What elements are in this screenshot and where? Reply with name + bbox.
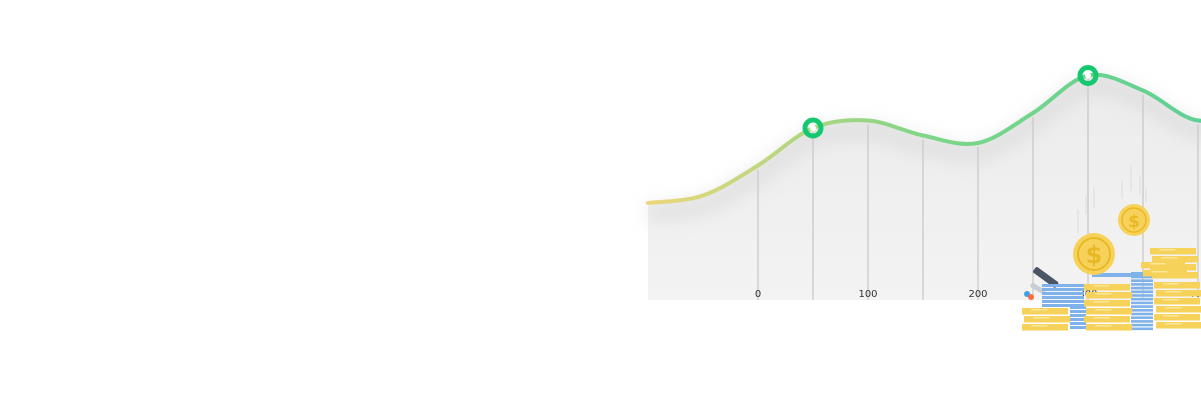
coin-disc [1022,308,1068,315]
coin-shine [1161,257,1178,259]
bill-slab [1131,305,1153,308]
coin-disc [1024,316,1070,323]
data-point-marker-center [810,125,816,131]
coin-disc [1154,282,1200,289]
x-tick-label: 200 [968,289,987,300]
bill-slab [1131,320,1153,323]
data-point-marker-center [1085,72,1091,79]
coin-shine [1163,299,1180,301]
dollar-coin-icon-small: $ [1118,204,1150,236]
coin-shine [1031,309,1048,311]
bill-slab [1070,306,1086,309]
coin-disc [1154,298,1200,305]
coin-disc [1086,308,1132,315]
bill-slab [1070,314,1086,317]
coin-shine [1165,323,1182,325]
bill-slab [1131,327,1153,331]
coin-shine [1163,283,1180,285]
coin-symbol: $ [1086,241,1103,269]
coin-disc [1086,292,1132,299]
bill-slab [1070,326,1086,329]
area-shape [648,74,1201,300]
bill-slab [1070,310,1086,313]
bill-slab [1131,301,1153,305]
bill-slab [1131,286,1153,290]
coin-disc [1152,256,1198,263]
coin-disc [1156,322,1201,329]
bill-slab [1070,318,1086,321]
coin-disc [1143,270,1187,277]
coin-disc [1154,314,1200,321]
dollar-coin-icon: $ [1073,233,1115,275]
coin-shine [1095,325,1112,327]
coin-disc [1084,300,1130,307]
bill-slab [1131,283,1153,286]
coin-disc [1022,324,1068,331]
chart-illustration: 0100200300400 $ [646,65,1201,331]
coin-shine [1093,285,1110,287]
coin-disc [1084,284,1130,291]
coin-shine [1095,293,1112,295]
coin-shine [1031,325,1048,327]
coin-shine [1165,307,1182,309]
coin-shine [1093,301,1110,303]
coin-disc [1084,316,1130,323]
coin-shine [1159,249,1176,251]
coin-disc [1156,306,1201,313]
x-tick-label: 100 [858,289,877,300]
bill-slab [1131,316,1153,319]
bill-slab [1131,297,1153,301]
bill-slab [1131,290,1153,294]
bill-slab [1131,294,1153,297]
area-fill [648,74,1201,300]
bill-slab [1131,312,1153,316]
coin-shine [1165,291,1182,293]
coin-symbol-small: $ [1128,212,1140,232]
bill-slab [1131,309,1153,312]
coin-shine [1095,309,1112,311]
coin-disc [1086,324,1132,331]
bill-slab [1042,300,1084,303]
bill-slab [1042,288,1084,291]
coin-shine [1033,317,1050,319]
coin-shine [1163,315,1180,317]
coin-shine [1151,271,1168,273]
x-tick-label: 0 [755,289,761,300]
bill-slab [1131,279,1153,282]
coin-disc [1141,262,1185,269]
bill-slab [1042,284,1084,287]
bill-slab [1042,296,1084,299]
bill-slab [1042,292,1084,295]
coin-shine [1149,263,1166,265]
coin-disc [1150,248,1196,255]
coin-shine [1093,317,1110,319]
bill-slab [1070,322,1086,325]
coin-disc [1156,290,1201,297]
bill-slab [1131,323,1153,327]
